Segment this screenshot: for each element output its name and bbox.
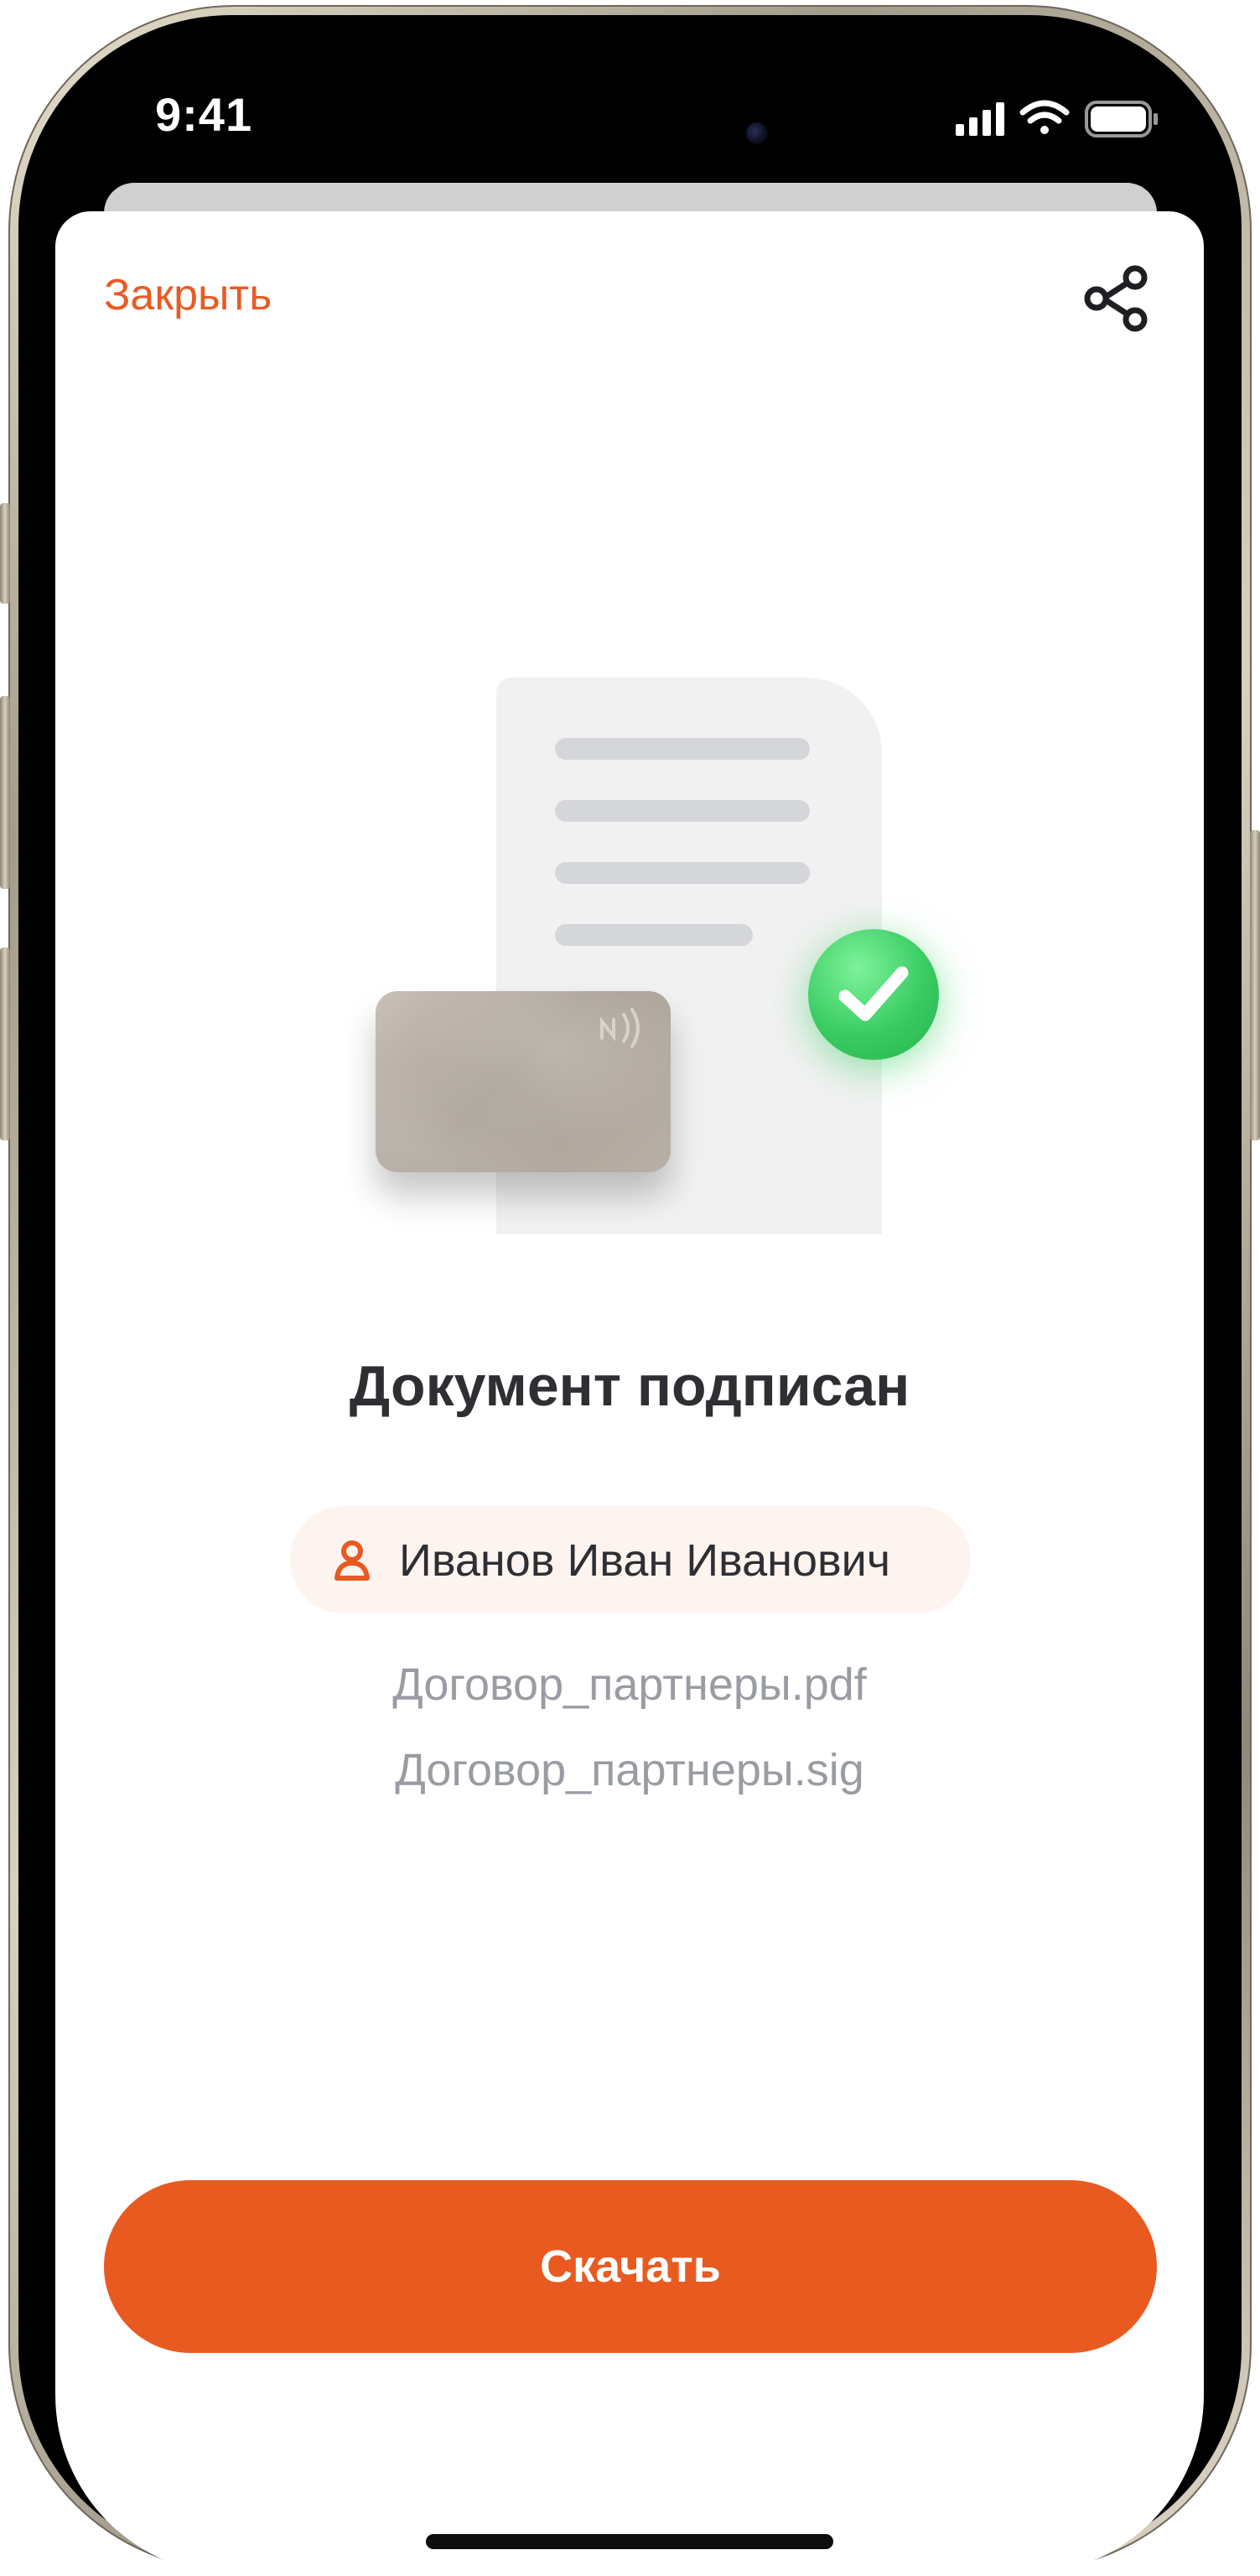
document-line — [555, 738, 810, 760]
close-button[interactable]: Закрыть — [104, 270, 272, 320]
volume-down-button — [0, 948, 10, 1140]
signed-document-illustration — [355, 678, 959, 1273]
share-icon[interactable] — [1081, 263, 1152, 334]
cellular-signal-icon — [956, 102, 1004, 136]
side-power-button — [1250, 830, 1260, 1140]
document-line — [555, 862, 810, 884]
battery-icon — [1085, 101, 1158, 138]
status-icons — [956, 100, 1158, 138]
download-button[interactable]: Скачать — [104, 2180, 1157, 2353]
front-camera — [746, 122, 768, 144]
file-link-sig[interactable]: Договор_партнеры.sig — [55, 1744, 1204, 1796]
document-line — [555, 800, 810, 822]
page-title: Документ подписан — [349, 1354, 910, 1418]
signer-badge: Иванов Иван Иванович — [290, 1506, 971, 1613]
nfc-card-icon — [376, 991, 671, 1172]
status-time: 9:41 — [155, 88, 253, 141]
document-line — [555, 924, 753, 946]
file-link-pdf[interactable]: Договор_партнеры.pdf — [55, 1659, 1204, 1711]
wifi-icon — [1019, 100, 1070, 134]
signed-document-sheet: Закрыть Документ подписан Иванов Иван Ив… — [55, 211, 1204, 2574]
contactless-icon — [600, 1008, 640, 1048]
action-button — [0, 503, 10, 604]
signer-name: Иванов Иван Иванович — [399, 1535, 890, 1586]
volume-up-button — [0, 696, 10, 889]
person-icon — [334, 1540, 370, 1581]
home-indicator[interactable] — [426, 2534, 833, 2549]
checkmark-icon — [808, 929, 939, 1060]
